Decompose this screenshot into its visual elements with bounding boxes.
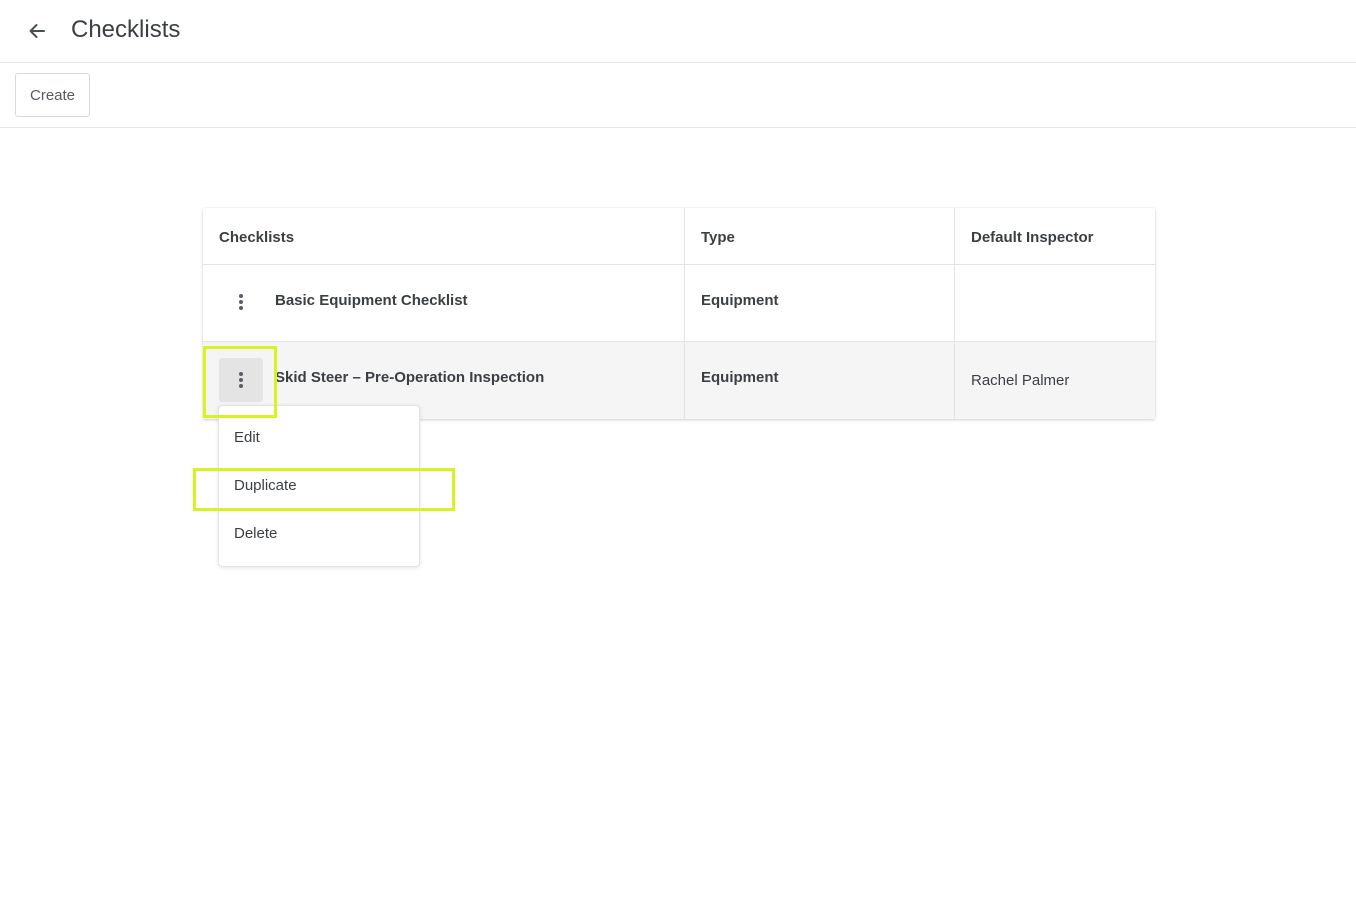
checklist-name: Basic Equipment Checklist [275, 292, 468, 309]
checklist-type: Equipment [701, 292, 779, 309]
page-header: Checklists [0, 0, 1356, 63]
checklists-table: Checklists Type Default Inspector Basic … [203, 208, 1155, 419]
toolbar: Create [0, 63, 1356, 128]
row-menu-button[interactable] [219, 358, 263, 402]
menu-item-edit[interactable]: Edit [219, 414, 419, 462]
type-cell: Equipment [685, 265, 955, 341]
back-button[interactable] [22, 16, 52, 46]
page-title: Checklists [71, 16, 181, 43]
column-header-checklists[interactable]: Checklists [203, 208, 685, 264]
arrow-left-icon [29, 24, 45, 38]
checklist-name-cell: Basic Equipment Checklist [203, 265, 685, 341]
default-inspector-cell [955, 265, 1155, 341]
more-vertical-icon [239, 294, 243, 310]
default-inspector-cell: Rachel Palmer [955, 342, 1155, 419]
checklist-name: Skid Steer – Pre-Operation Inspection [275, 369, 545, 386]
row-context-menu: Edit Duplicate Delete [218, 405, 420, 567]
column-header-label: Default Inspector [971, 229, 1094, 246]
default-inspector: Rachel Palmer [971, 372, 1070, 389]
table-row[interactable]: Basic Equipment Checklist Equipment [203, 265, 1155, 342]
menu-item-delete[interactable]: Delete [219, 510, 419, 558]
table-header-row: Checklists Type Default Inspector [203, 208, 1155, 265]
menu-item-duplicate[interactable]: Duplicate [219, 462, 419, 510]
type-cell: Equipment [685, 342, 955, 419]
create-button[interactable]: Create [15, 73, 91, 117]
column-header-default-inspector[interactable]: Default Inspector [955, 208, 1155, 264]
column-header-label: Type [701, 229, 735, 246]
checklist-type: Equipment [701, 369, 779, 386]
row-menu-button[interactable] [219, 280, 263, 324]
more-vertical-icon [239, 372, 243, 388]
column-header-label: Checklists [219, 229, 295, 246]
column-header-type[interactable]: Type [685, 208, 955, 264]
